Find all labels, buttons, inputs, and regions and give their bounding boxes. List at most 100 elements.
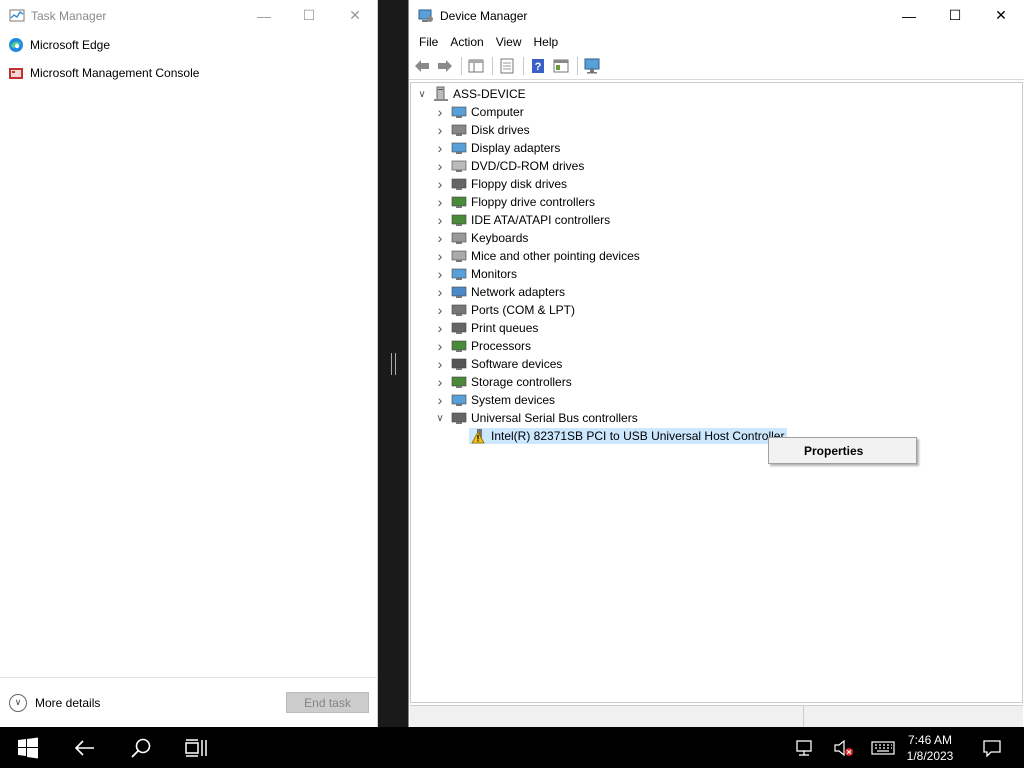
notification-icon[interactable]	[980, 736, 1004, 760]
chevron-right-icon[interactable]: ›	[433, 374, 447, 390]
usb-host-controller-label: Intel(R) 82371SB PCI to USB Universal Ho…	[491, 429, 785, 443]
tree-category-label: Print queues	[471, 321, 539, 335]
chevron-right-icon[interactable]: ›	[433, 158, 447, 174]
toolbar-separator	[523, 57, 524, 75]
tree-category-disk-drive[interactable]: › Disk drives	[433, 121, 530, 139]
properties-icon[interactable]	[498, 57, 516, 75]
app-list-item-mmc[interactable]: Microsoft Management Console	[0, 59, 377, 87]
floppy-controller-icon	[451, 196, 467, 208]
chevron-right-icon[interactable]: ›	[433, 104, 447, 120]
chevron-right-icon[interactable]: ›	[433, 266, 447, 282]
back-icon[interactable]	[72, 736, 96, 760]
help-icon[interactable]: ?	[529, 57, 547, 75]
status-divider	[803, 706, 804, 728]
show-hide-console-tree-icon[interactable]	[467, 57, 485, 75]
splitter-grip-icon[interactable]	[391, 353, 396, 375]
end-task-button[interactable]: End task	[286, 692, 369, 713]
chevron-right-icon[interactable]: ›	[433, 338, 447, 354]
close-button[interactable]: ✕	[978, 0, 1024, 31]
maximize-button[interactable]: ☐	[286, 0, 332, 31]
tree-category-floppy-disk[interactable]: › Floppy disk drives	[433, 175, 567, 193]
toolbar-separator	[492, 57, 493, 75]
chevron-right-icon[interactable]: ›	[433, 320, 447, 336]
tree-category-network-adapter[interactable]: › Network adapters	[433, 283, 565, 301]
port-icon	[451, 304, 467, 316]
tree-category-keyboard[interactable]: › Keyboards	[433, 229, 529, 247]
maximize-button[interactable]: ☐	[932, 0, 978, 31]
chevron-right-icon[interactable]: ›	[433, 212, 447, 228]
tree-category-monitor[interactable]: › Monitors	[433, 265, 517, 283]
menu-view[interactable]: View	[490, 35, 528, 49]
menu-action[interactable]: Action	[444, 35, 489, 49]
tree-category-label: Keyboards	[471, 231, 529, 245]
context-menu-properties[interactable]: Properties	[804, 444, 863, 458]
close-button[interactable]: ✕	[332, 0, 378, 31]
task-view-icon[interactable]	[184, 736, 208, 760]
tree-category-system-device[interactable]: › System devices	[433, 391, 555, 409]
chevron-right-icon[interactable]: ›	[433, 392, 447, 408]
tree-category-port[interactable]: › Ports (COM & LPT)	[433, 301, 575, 319]
mmc-icon	[9, 68, 23, 79]
chevron-down-icon[interactable]: ∨	[433, 413, 447, 424]
keyboard-icon[interactable]	[870, 736, 896, 760]
menu-help[interactable]: Help	[528, 35, 565, 49]
chevron-right-icon[interactable]: ›	[433, 194, 447, 210]
chevron-right-icon[interactable]: ›	[433, 248, 447, 264]
more-details-link[interactable]: More details	[35, 696, 100, 710]
task-manager-window: Task Manager — ☐ ✕ Microsoft Edge Micros…	[0, 0, 378, 727]
chevron-down-icon[interactable]: ∨	[9, 693, 27, 712]
dvd-icon	[451, 160, 467, 172]
svg-text:?: ?	[535, 61, 542, 73]
app-list-item-edge[interactable]: Microsoft Edge	[0, 31, 377, 59]
chevron-right-icon[interactable]: ›	[433, 176, 447, 192]
tree-root[interactable]: ∨ ASS-DEVICE	[415, 85, 526, 103]
device-tree: ∨ ASS-DEVICE › Computer › Disk drives › Displ…	[410, 82, 1023, 703]
usb-host-controller-item[interactable]: Intel(R) 82371SB PCI to USB Universal Ho…	[469, 427, 788, 445]
tree-category-dvd[interactable]: › DVD/CD-ROM drives	[433, 157, 585, 175]
tree-category-computer[interactable]: › Computer	[433, 103, 524, 121]
status-bar	[410, 705, 1023, 728]
printer-icon	[451, 322, 467, 334]
chevron-right-icon[interactable]: ›	[433, 356, 447, 372]
chevron-right-icon[interactable]: ›	[433, 140, 447, 156]
minimize-button[interactable]: —	[241, 0, 287, 31]
tree-category-usb[interactable]: ∨ Universal Serial Bus controllers	[433, 409, 637, 427]
chevron-right-icon[interactable]: ›	[433, 122, 447, 138]
volume-muted-icon[interactable]	[832, 736, 856, 760]
view-icon[interactable]	[552, 57, 570, 75]
chevron-down-icon[interactable]: ∨	[415, 89, 429, 100]
system-device-icon	[451, 394, 467, 406]
software-device-icon	[451, 358, 467, 370]
tree-category-software-device[interactable]: › Software devices	[433, 355, 563, 373]
tree-category-label: Floppy disk drives	[471, 177, 568, 191]
chevron-right-icon[interactable]: ›	[433, 284, 447, 300]
chevron-right-icon[interactable]: ›	[433, 230, 447, 246]
task-manager-footer: ∨ More details End task	[0, 677, 378, 727]
tree-category-floppy-controller[interactable]: › Floppy drive controllers	[433, 193, 595, 211]
tree-category-label: Disk drives	[471, 123, 530, 137]
network-adapter-icon	[451, 286, 467, 298]
tree-category-printer[interactable]: › Print queues	[433, 319, 539, 337]
menu-file[interactable]: File	[413, 35, 444, 49]
minimize-button[interactable]: —	[886, 0, 932, 31]
device-manager-window: Device Manager — ☐ ✕ File Action View He…	[408, 0, 1024, 728]
tree-category-display-adapter[interactable]: › Display adapters	[433, 139, 561, 157]
app-label: Microsoft Management Console	[30, 66, 200, 80]
search-icon[interactable]	[129, 736, 153, 760]
tree-category-ide-controller[interactable]: › IDE ATA/ATAPI controllers	[433, 211, 611, 229]
forward-arrow-icon[interactable]	[436, 57, 454, 75]
storage-controller-icon	[451, 376, 467, 388]
back-arrow-icon[interactable]	[413, 57, 431, 75]
chevron-right-icon[interactable]: ›	[433, 302, 447, 318]
tree-category-processor[interactable]: › Processors	[433, 337, 531, 355]
tree-category-storage-controller[interactable]: › Storage controllers	[433, 373, 572, 391]
context-menu: Properties	[768, 437, 917, 464]
windows-start-icon[interactable]	[16, 736, 40, 760]
tree-category-mouse[interactable]: › Mice and other pointing devices	[433, 247, 640, 265]
scan-hardware-icon[interactable]	[583, 57, 601, 75]
clock[interactable]: 7:46 AM 1/8/2023	[900, 732, 960, 764]
network-icon[interactable]	[792, 736, 816, 760]
tree-category-label: Storage controllers	[471, 375, 572, 389]
display-adapter-icon	[451, 142, 467, 154]
snap-splitter[interactable]	[378, 0, 408, 727]
